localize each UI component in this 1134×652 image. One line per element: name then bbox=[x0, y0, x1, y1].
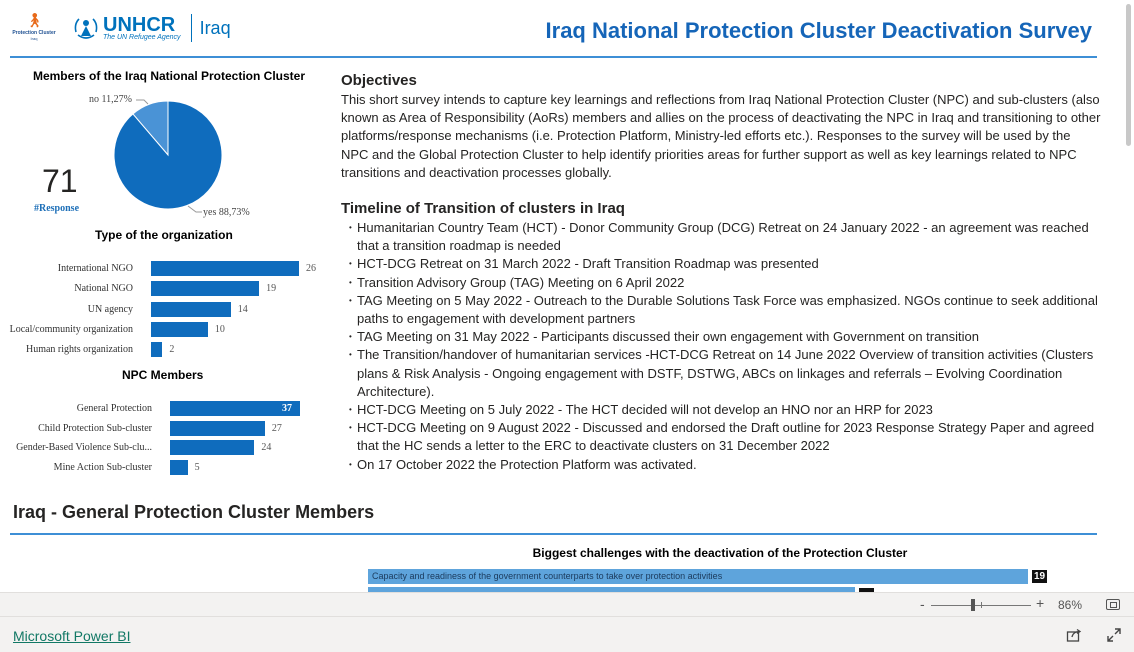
logo-country: Iraq bbox=[199, 17, 231, 38]
npc-members-title: NPC Members bbox=[122, 368, 204, 382]
timeline-item: HCT-DCG Meeting on 5 July 2022 - The HCT… bbox=[341, 401, 1101, 419]
people-figures-icon: 🚶︎ bbox=[25, 13, 44, 29]
footer: Microsoft Power BI bbox=[0, 616, 1134, 652]
bar-value-label: 2 bbox=[169, 344, 175, 356]
objectives-heading: Objectives bbox=[341, 72, 417, 89]
response-count: 71 bbox=[42, 163, 78, 199]
objectives-body: This short survey intends to capture key… bbox=[341, 92, 1101, 180]
report-canvas: 🚶︎ Protection Cluster Iraq UNHCR The UN … bbox=[0, 0, 1122, 592]
pie-slice-yes[interactable] bbox=[113, 100, 223, 210]
challenge-bar[interactable]: Capacity and readiness of the government… bbox=[368, 569, 1028, 584]
bar-category-label: International NGO bbox=[57, 263, 133, 274]
bar[interactable] bbox=[170, 440, 255, 456]
general-section-heading: Iraq - General Protection Cluster Member… bbox=[13, 502, 375, 522]
bar[interactable] bbox=[151, 301, 231, 317]
bar-value-label: 19 bbox=[266, 283, 277, 295]
bar-category-label: UN agency bbox=[87, 303, 133, 315]
bar-category-label: Child Protection Sub-cluster bbox=[38, 422, 152, 434]
unhcr-tagline: The UN Refugee Agency bbox=[103, 33, 181, 41]
bar[interactable] bbox=[151, 281, 260, 297]
expand-icon[interactable] bbox=[1106, 627, 1122, 643]
zoom-slider-thumb[interactable] bbox=[971, 599, 975, 611]
bar[interactable] bbox=[170, 460, 188, 476]
members-pie-chart[interactable] bbox=[100, 90, 240, 220]
logo-subtext: Iraq bbox=[30, 36, 38, 41]
bar-value-label: 10 bbox=[214, 323, 225, 335]
timeline-item: The Transition/handover of humanitarian … bbox=[341, 346, 1101, 401]
challenge-bar-value: 19 bbox=[1032, 570, 1048, 583]
timeline-item: HCT-DCG Retreat on 31 March 2022 - Draft… bbox=[341, 255, 1101, 273]
bar-value-label: 24 bbox=[261, 442, 272, 454]
pie-label-yes: yes 88,73% bbox=[203, 207, 250, 218]
protection-cluster-logo: 🚶︎ Protection Cluster Iraq bbox=[9, 12, 59, 50]
page-title: Iraq National Protection Cluster Deactiv… bbox=[545, 18, 1092, 43]
bar[interactable] bbox=[170, 401, 300, 416]
timeline-heading: Timeline of Transition of clusters in Ir… bbox=[341, 200, 625, 218]
timeline-item: TAG Meeting on 31 May 2022 - Participant… bbox=[341, 328, 1101, 346]
unhcr-wordmark: UNHCR bbox=[103, 13, 176, 36]
bar[interactable] bbox=[151, 321, 208, 337]
zoom-in-button[interactable]: + bbox=[1036, 595, 1044, 611]
bar-value-label: 27 bbox=[271, 422, 282, 434]
bar-category-label: Local/community organization bbox=[9, 323, 133, 335]
bar-category-label: Mine Action Sub-cluster bbox=[53, 462, 152, 474]
bar[interactable] bbox=[170, 420, 265, 436]
header-divider bbox=[10, 56, 1097, 58]
share-icon[interactable] bbox=[1066, 627, 1082, 643]
bar-value-label: 14 bbox=[237, 303, 248, 315]
timeline-item: TAG Meeting on 5 May 2022 - Outreach to … bbox=[341, 292, 1101, 328]
challenges-chart-title: Biggest challenges with the deactivation… bbox=[532, 546, 908, 560]
unhcr-emblem-icon bbox=[74, 18, 98, 39]
bar-value-label: 5 bbox=[194, 462, 200, 474]
zoom-toolbar: - + 86% bbox=[0, 592, 1134, 616]
pie-leader-line bbox=[187, 205, 202, 213]
pie-leader-line bbox=[136, 99, 149, 105]
vertical-scrollbar[interactable] bbox=[1122, 0, 1134, 592]
timeline-item: Transition Advisory Group (TAG) Meeting … bbox=[341, 274, 1101, 292]
timeline-item: Humanitarian Country Team (HCT) - Donor … bbox=[341, 219, 1101, 255]
fit-to-page-icon[interactable] bbox=[1106, 599, 1120, 610]
timeline: Timeline of Transition of clusters in Ir… bbox=[341, 200, 1101, 474]
pie-label-no: no 11,27% bbox=[89, 94, 132, 105]
challenge-bar-label: Capacity and readiness of the government… bbox=[372, 571, 723, 581]
response-count-label: #Response bbox=[34, 203, 80, 214]
bar-category-label: Gender-Based Violence Sub-clu... bbox=[16, 442, 152, 454]
timeline-item: On 17 October 2022 the Protection Platfo… bbox=[341, 456, 1101, 474]
org-type-title: Type of the organization bbox=[95, 228, 233, 242]
bar-value-label: 37 bbox=[282, 403, 292, 414]
bar-category-label: National NGO bbox=[74, 283, 133, 295]
timeline-list: Humanitarian Country Team (HCT) - Donor … bbox=[341, 219, 1101, 474]
logo-divider bbox=[190, 14, 192, 42]
bar[interactable] bbox=[151, 261, 299, 276]
zoom-level: 86% bbox=[1058, 598, 1083, 612]
unhcr-logo: UNHCR The UN Refugee Agency Iraq bbox=[72, 13, 231, 43]
timeline-item: HCT-DCG Meeting on 9 August 2022 - Discu… bbox=[341, 419, 1101, 455]
bar-category-label: Human rights organization bbox=[25, 344, 133, 356]
power-bi-link[interactable]: Microsoft Power BI bbox=[13, 628, 130, 644]
bar-category-label: General Protection bbox=[76, 403, 152, 414]
section-divider bbox=[10, 533, 1097, 535]
text-panel: Objectives This short survey intends to … bbox=[341, 72, 1101, 474]
scrollbar-thumb[interactable] bbox=[1126, 4, 1131, 146]
zoom-slider-tick bbox=[981, 602, 982, 608]
pie-chart-title: Members of the Iraq National Protection … bbox=[32, 69, 306, 83]
zoom-out-button[interactable]: - bbox=[920, 596, 925, 612]
bar-value-label: 26 bbox=[306, 263, 316, 274]
bar[interactable] bbox=[151, 342, 163, 358]
